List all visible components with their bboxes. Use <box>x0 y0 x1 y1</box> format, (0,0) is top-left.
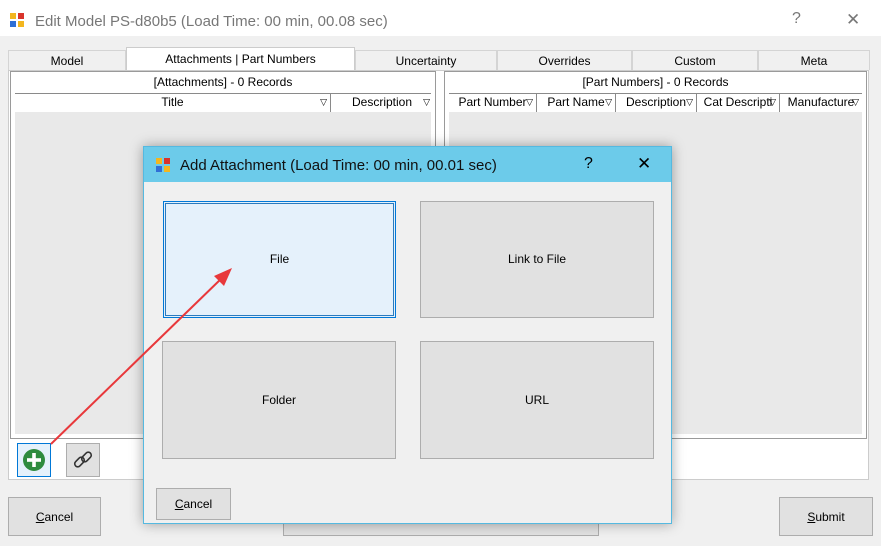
dialog-close-button[interactable]: ✕ <box>637 154 651 174</box>
part-numbers-grid-header: [Part Numbers] - 0 Records <box>445 72 866 93</box>
help-button[interactable]: ? <box>792 10 801 28</box>
tab-uncertainty[interactable]: Uncertainty <box>355 50 497 70</box>
column-cat-description-label: Cat Descripti <box>703 95 773 109</box>
column-header-part-name[interactable]: Part Name ▽ <box>537 94 616 112</box>
tab-attachments-part-numbers[interactable]: Attachments | Part Numbers <box>126 47 355 71</box>
dialog-cancel-button[interactable]: Cancel <box>156 488 231 520</box>
column-header-cat-description[interactable]: Cat Descripti ▽ <box>697 94 780 112</box>
part-numbers-column-header-row: Part Number ▽ Part Name ▽ Description ▽ … <box>449 93 862 113</box>
column-header-part-number[interactable]: Part Number ▽ <box>449 94 537 112</box>
filter-icon[interactable]: ▽ <box>686 97 693 108</box>
cancel-button[interactable]: Cancel <box>8 497 101 536</box>
app-icon <box>156 158 170 172</box>
column-part-name-label: Part Name <box>547 95 605 109</box>
filter-icon[interactable]: ▽ <box>423 97 430 108</box>
attachments-grid-header: [Attachments] - 0 Records <box>11 72 435 93</box>
submit-label: ubmit <box>815 510 845 524</box>
attachments-column-header-row: Title ▽ Description ▽ <box>15 93 431 113</box>
column-header-description[interactable]: Description ▽ <box>616 94 697 112</box>
folder-button[interactable]: Folder <box>162 341 396 459</box>
add-attachment-button[interactable] <box>17 443 51 477</box>
chain-link-icon <box>73 451 93 468</box>
column-title-label: Title <box>161 95 184 109</box>
submit-button[interactable]: Submit <box>779 497 873 536</box>
dialog-title: Add Attachment (Load Time: 00 min, 00.01… <box>180 157 497 174</box>
tab-meta[interactable]: Meta <box>758 50 870 70</box>
column-manufacturer-label: Manufacture <box>787 95 855 109</box>
window-title: Edit Model PS-d80b5 (Load Time: 00 min, … <box>35 13 388 30</box>
tab-strip: Model Attachments | Part Numbers Uncerta… <box>8 47 870 71</box>
add-attachment-dialog: Add Attachment (Load Time: 00 min, 00.01… <box>143 146 672 524</box>
app-icon <box>10 13 24 27</box>
filter-icon[interactable]: ▽ <box>852 97 859 108</box>
tab-overrides[interactable]: Overrides <box>497 50 632 70</box>
column-description-label: Description <box>351 95 413 109</box>
plus-circle-icon <box>23 449 45 471</box>
dialog-titlebar: Add Attachment (Load Time: 00 min, 00.01… <box>144 147 671 182</box>
link-attachment-button[interactable] <box>66 443 100 477</box>
column-header-manufacturer[interactable]: Manufacture ▽ <box>780 94 862 112</box>
cancel-label: ancel <box>44 510 74 524</box>
filter-icon[interactable]: ▽ <box>526 97 533 108</box>
filter-icon[interactable]: ▽ <box>605 97 612 108</box>
file-button[interactable]: File <box>163 201 396 318</box>
column-header-title[interactable]: Title ▽ <box>15 94 331 112</box>
column-header-description[interactable]: Description ▽ <box>331 94 433 112</box>
dialog-help-button[interactable]: ? <box>584 155 593 173</box>
tab-custom[interactable]: Custom <box>632 50 758 70</box>
link-to-file-button[interactable]: Link to File <box>420 201 654 318</box>
dialog-cancel-label: ancel <box>183 497 213 511</box>
column-part-number-label: Part Number <box>458 95 527 109</box>
close-button[interactable]: ✕ <box>846 10 860 30</box>
window-titlebar: Edit Model PS-d80b5 (Load Time: 00 min, … <box>0 4 881 36</box>
url-button[interactable]: URL <box>420 341 654 459</box>
tab-model[interactable]: Model <box>8 50 126 70</box>
column-description-label: Description <box>625 95 687 109</box>
filter-icon[interactable]: ▽ <box>320 97 327 108</box>
filter-icon[interactable]: ▽ <box>769 97 776 108</box>
